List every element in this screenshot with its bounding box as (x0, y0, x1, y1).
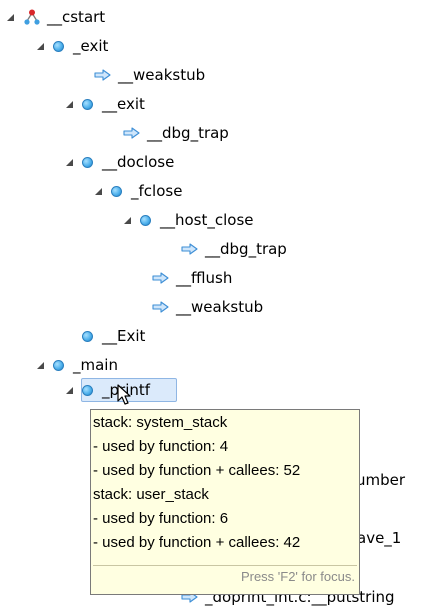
node-label: __exit (102, 95, 145, 113)
arrow-right-icon (123, 127, 140, 139)
function-dot-icon (82, 156, 93, 168)
tree-node-host-close[interactable]: __host_close (124, 207, 254, 233)
tree-node-weakstub-2[interactable]: __weakstub (152, 294, 263, 320)
arrow-right-icon (152, 272, 169, 284)
tree-node-weakstub[interactable]: __weakstub (94, 62, 205, 88)
expand-toggle-icon[interactable] (66, 158, 73, 166)
expand-toggle-icon[interactable] (37, 42, 44, 50)
tree-node-dbg-trap[interactable]: __dbg_trap (123, 120, 229, 146)
node-label: __fflush (176, 269, 233, 287)
node-label: _exit (73, 37, 109, 55)
tree-node-fclose[interactable]: _fclose (95, 178, 182, 204)
node-label: __host_close (160, 211, 254, 229)
expand-toggle-icon[interactable] (95, 187, 102, 195)
function-dot-icon (53, 40, 64, 52)
node-label: __Exit (102, 327, 146, 345)
tree-node-printf[interactable]: _printf (66, 377, 150, 403)
tree-node-cstart[interactable]: __cstart (7, 4, 105, 30)
tooltip-line: stack: system_stack (93, 414, 228, 431)
tooltip-line: - used by function: 6 (93, 510, 229, 527)
tree-node-__exit[interactable]: __exit (66, 91, 145, 117)
stack-usage-tooltip: stack: system_stack - used by function: … (90, 409, 360, 595)
tree-node-doclose[interactable]: __doclose (66, 149, 174, 175)
function-dot-icon (82, 330, 93, 342)
function-dot-icon (82, 384, 93, 396)
tree-node-exit[interactable]: _exit (37, 33, 108, 59)
tooltip-focus-hint: Press 'F2' for focus. (240, 569, 355, 584)
function-dot-icon (53, 359, 64, 371)
node-label: __doclose (102, 153, 175, 171)
hidden-node-label-fragment: umber (356, 471, 406, 489)
arrow-right-icon (152, 301, 169, 313)
expand-toggle-icon[interactable] (66, 386, 73, 394)
expand-toggle-icon[interactable] (37, 361, 44, 369)
node-label: __weakstub (176, 298, 264, 316)
tooltip-line: stack: user_stack (93, 486, 209, 503)
hidden-node-label-fragment: ave_1 (357, 529, 402, 547)
node-label: __dbg_trap (147, 124, 229, 142)
node-label: _main (73, 356, 118, 374)
node-label: __dbg_trap (205, 240, 287, 258)
expand-toggle-icon[interactable] (66, 100, 73, 108)
node-label: __cstart (47, 8, 106, 26)
expand-toggle-icon[interactable] (7, 13, 14, 21)
tooltip-line: - used by function + callees: 42 (93, 534, 301, 551)
call-root-icon (24, 9, 40, 25)
function-dot-icon (82, 98, 93, 110)
function-dot-icon (111, 185, 122, 197)
tree-node-dbg-trap-2[interactable]: __dbg_trap (181, 236, 287, 262)
tree-node-fflush[interactable]: __fflush (152, 265, 232, 291)
tooltip-line: - used by function + callees: 52 (93, 462, 301, 479)
tree-node-main[interactable]: _main (37, 352, 118, 378)
node-label: __weakstub (118, 66, 206, 84)
arrow-right-icon (94, 69, 111, 81)
mouse-pointer-icon (117, 384, 131, 405)
arrow-right-icon (181, 243, 198, 255)
expand-toggle-icon[interactable] (124, 216, 131, 224)
tooltip-divider (93, 565, 357, 566)
tooltip-line: - used by function: 4 (93, 438, 229, 455)
tree-node-Exit[interactable]: __Exit (82, 323, 145, 349)
node-label: _fclose (131, 182, 183, 200)
function-dot-icon (140, 214, 151, 226)
